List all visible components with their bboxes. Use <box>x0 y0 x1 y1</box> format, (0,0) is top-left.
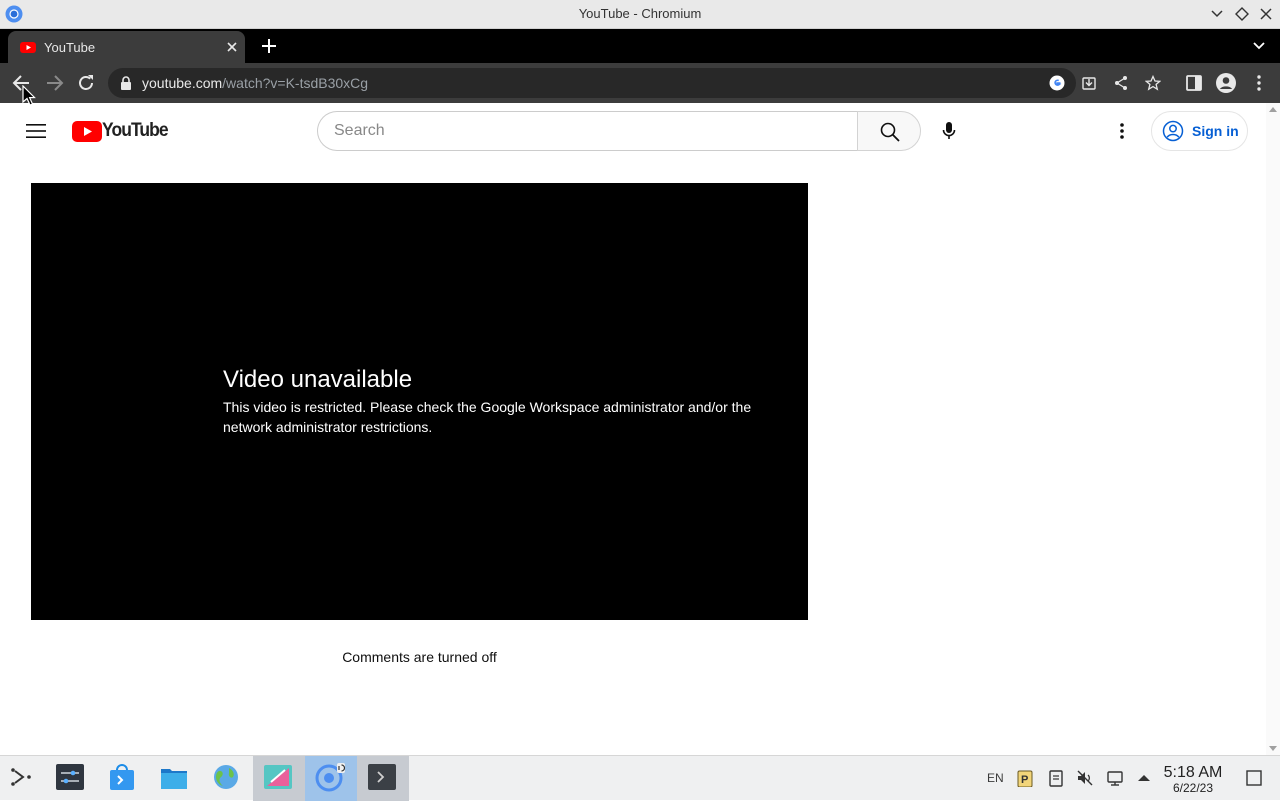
window-titlebar: YouTube - Chromium <box>0 0 1280 29</box>
search-icon <box>880 122 900 142</box>
mouse-pointer-icon <box>22 85 36 106</box>
tab-search-chevron-icon[interactable] <box>1252 39 1266 53</box>
sign-in-label: Sign in <box>1192 123 1239 139</box>
youtube-masthead: YouTube Sign in <box>0 103 1266 159</box>
reload-icon[interactable] <box>75 72 97 94</box>
microphone-icon[interactable] <box>937 119 961 143</box>
software-store-icon[interactable] <box>107 762 137 792</box>
youtube-favicon-icon <box>20 42 36 53</box>
browser-menu-icon[interactable] <box>1248 72 1270 94</box>
profile-icon[interactable] <box>1215 72 1237 94</box>
settings-more-icon[interactable] <box>1110 119 1134 143</box>
lock-icon[interactable] <box>120 76 132 90</box>
tab-title: YouTube <box>44 40 96 55</box>
clock-date: 6/22/23 <box>1172 781 1214 795</box>
search-input[interactable] <box>334 120 834 142</box>
application-launcher-icon[interactable] <box>7 762 37 792</box>
svg-text:P: P <box>1021 774 1028 786</box>
web-browser-globe-icon[interactable] <box>211 762 241 792</box>
volume-muted-icon[interactable] <box>1076 769 1094 787</box>
address-bar[interactable]: youtube.com/watch?v=K-tsdB30xCg <box>108 68 1161 98</box>
tab-youtube[interactable]: YouTube <box>8 31 245 63</box>
install-app-icon[interactable] <box>1081 75 1097 91</box>
new-tab-icon[interactable] <box>260 37 278 55</box>
search-button[interactable] <box>857 111 921 151</box>
file-manager-icon[interactable] <box>159 762 189 792</box>
youtube-play-logo-icon <box>72 121 102 142</box>
comments-turned-off-message: Comments are turned off <box>342 649 497 665</box>
browser-toolbar: youtube.com/watch?v=K-tsdB30xCg <box>0 63 1280 103</box>
clipboard-manager-icon[interactable]: P <box>1016 769 1034 787</box>
account-circle-icon <box>1162 120 1184 142</box>
network-icon[interactable] <box>1106 769 1124 787</box>
tab-strip: YouTube <box>0 29 1280 63</box>
close-tab-icon[interactable] <box>225 40 239 54</box>
youtube-wordmark: YouTube <box>102 120 169 141</box>
scroll-up-arrow-icon[interactable] <box>1269 107 1277 112</box>
search-box[interactable] <box>317 111 858 151</box>
drawing-app-icon[interactable] <box>263 762 293 792</box>
player-error-message: This video is restricted. Please check t… <box>223 399 752 435</box>
clock-time: 5:18 AM <box>1163 764 1223 781</box>
maximize-icon[interactable] <box>1233 5 1251 23</box>
system-settings-icon[interactable] <box>55 762 85 792</box>
terminal-icon[interactable] <box>367 762 397 792</box>
forward-icon[interactable] <box>43 72 65 94</box>
system-taskbar: EN P 5:18 AM 6/22/23 <box>0 755 1280 801</box>
window-title: YouTube - Chromium <box>578 6 702 21</box>
google-lens-icon[interactable] <box>1049 75 1065 91</box>
url-text[interactable]: youtube.com/watch?v=K-tsdB30xCg <box>142 75 368 91</box>
notes-clipboard-icon[interactable] <box>1047 769 1065 787</box>
page-scrollbar[interactable] <box>1266 103 1280 755</box>
scroll-down-arrow-icon[interactable] <box>1269 746 1277 751</box>
side-panel-icon[interactable] <box>1183 72 1205 94</box>
chromium-taskbar-icon[interactable] <box>315 762 345 792</box>
show-hidden-icons-arrow-icon[interactable] <box>1135 769 1153 787</box>
sign-in-button[interactable]: Sign in <box>1151 111 1248 151</box>
keyboard-layout-indicator[interactable]: EN <box>987 771 1004 785</box>
close-window-icon[interactable] <box>1257 5 1275 23</box>
youtube-logo[interactable]: YouTube <box>72 120 169 142</box>
share-icon[interactable] <box>1113 75 1129 91</box>
url-path: /watch?v=K-tsdB30xCg <box>222 75 369 91</box>
guide-menu-icon[interactable] <box>26 123 46 139</box>
player-error-title: Video unavailable <box>223 366 413 393</box>
show-desktop-icon[interactable] <box>1245 769 1263 787</box>
url-host: youtube.com <box>142 75 223 91</box>
video-player[interactable]: Video unavailable This video is restrict… <box>31 183 808 620</box>
minimize-icon[interactable] <box>1208 5 1226 23</box>
clock[interactable]: 5:18 AM 6/22/23 <box>1158 764 1228 795</box>
bookmark-star-icon[interactable] <box>1145 75 1161 91</box>
